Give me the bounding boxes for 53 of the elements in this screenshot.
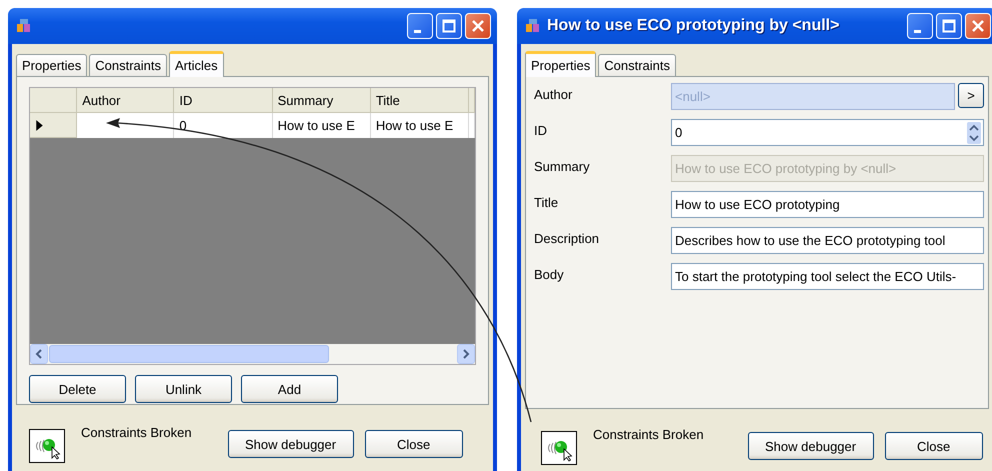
scroll-left-button[interactable] [30, 344, 48, 364]
minimize-button[interactable] [907, 13, 933, 39]
field-label: Body [534, 266, 565, 284]
status-text: Constraints Broken [593, 427, 704, 442]
chevron-left-icon [34, 349, 44, 359]
maximize-button[interactable] [936, 13, 962, 39]
dialog-button[interactable]: Close [884, 432, 983, 460]
column-header[interactable]: ID [174, 88, 273, 113]
field-label: Author [534, 86, 574, 104]
chevron-right-icon [461, 349, 471, 359]
dialog-button[interactable]: Show debugger [748, 432, 874, 460]
table-cell: How to use E [370, 113, 470, 138]
status-icon [541, 431, 577, 465]
close-button[interactable] [965, 13, 991, 39]
table-cell [469, 113, 476, 138]
action-button[interactable]: Unlink [135, 375, 232, 403]
action-button[interactable]: Add [241, 375, 338, 403]
input-field[interactable]: Describes how to use the ECO prototyping tool [671, 227, 984, 254]
minimize-icon [414, 30, 421, 32]
horizontal-scrollbar[interactable] [30, 344, 475, 364]
dialog-button[interactable]: Close [364, 430, 463, 458]
spin-field[interactable]: 0 [671, 119, 984, 146]
status-text: Constraints Broken [81, 425, 192, 440]
field-label: Summary [534, 158, 591, 176]
tab[interactable]: Properties [16, 54, 88, 76]
status-icon [29, 429, 65, 463]
action-button[interactable]: Delete [29, 375, 126, 403]
scroll-thumb[interactable] [49, 345, 329, 363]
maximize-button[interactable] [436, 13, 462, 39]
tab[interactable]: Constraints [598, 54, 676, 76]
minimize-icon [914, 30, 921, 32]
tab[interactable]: Properties [525, 51, 596, 77]
browse-button[interactable]: > [958, 83, 984, 108]
cubes-icon [16, 18, 32, 34]
tab[interactable]: Articles [169, 51, 224, 77]
minimize-button[interactable] [407, 13, 433, 39]
spinner-icon[interactable] [967, 122, 981, 144]
field-label: ID [534, 122, 548, 140]
dialog-button[interactable]: Show debugger [228, 430, 354, 458]
cubes-icon [525, 18, 541, 34]
field-label: Title [534, 194, 560, 212]
column-header[interactable]: Title [370, 88, 470, 113]
input-field[interactable]: To start the prototyping tool select the ECO Utils- [671, 263, 984, 290]
input-field[interactable]: How to use ECO prototyping [671, 191, 984, 218]
header-cell [469, 88, 476, 113]
close-button[interactable] [465, 13, 491, 39]
field-label: Description [534, 230, 600, 248]
table-cell: How to use E [272, 113, 371, 138]
column-header[interactable]: Author [77, 88, 174, 113]
window-title: How to use ECO prototyping by <null> [547, 17, 840, 35]
column-header[interactable]: Summary [272, 88, 371, 113]
tab[interactable]: Constraints [89, 54, 167, 76]
scroll-right-button[interactable] [457, 344, 475, 364]
